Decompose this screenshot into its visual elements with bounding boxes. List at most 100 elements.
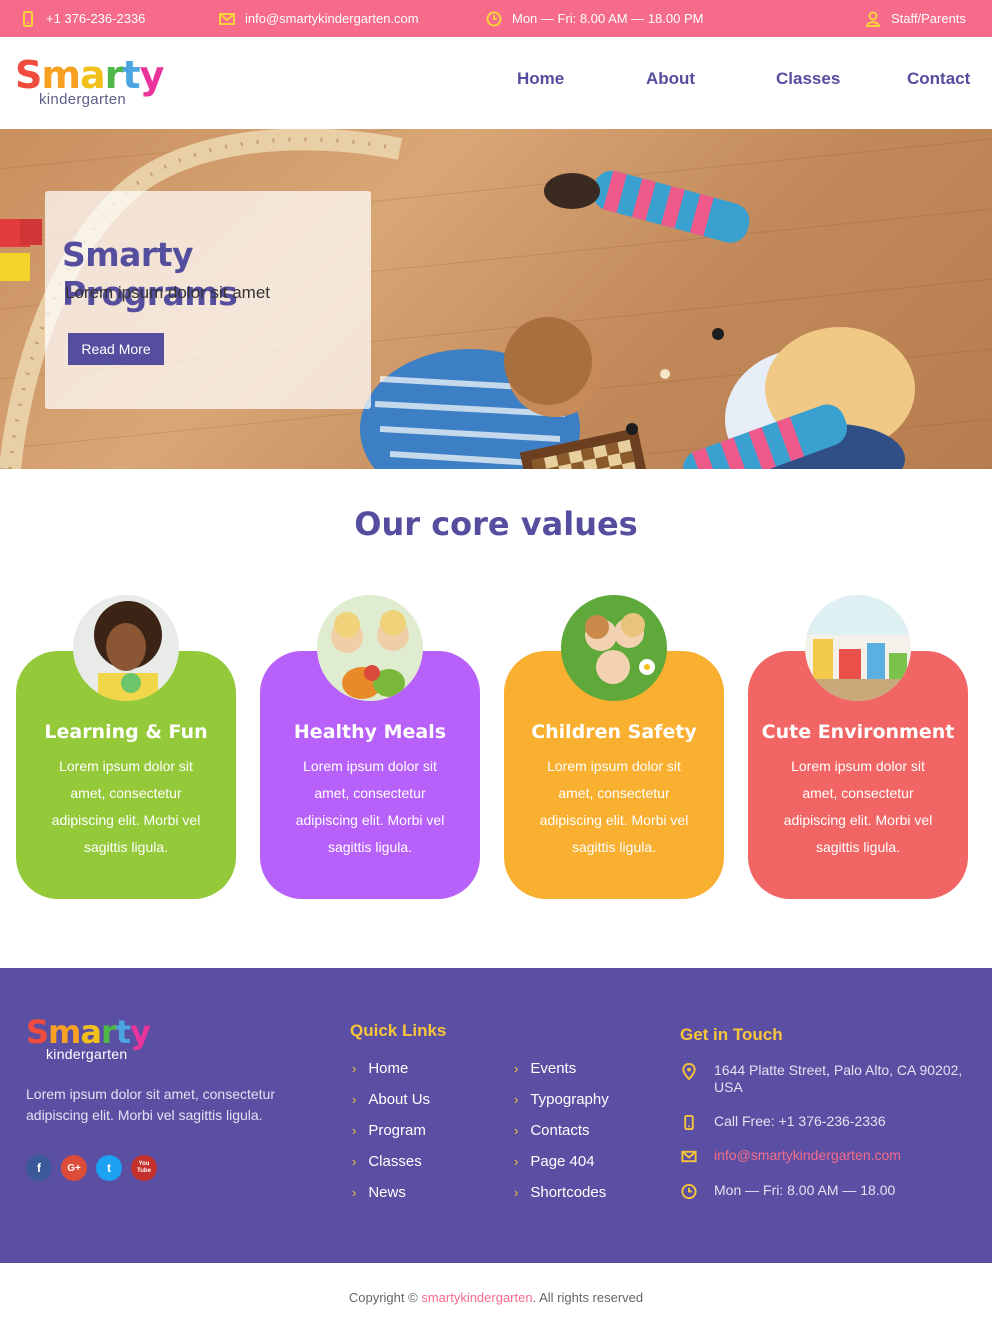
logo-letter: y <box>139 53 165 97</box>
footer-link-label: Program <box>368 1122 426 1139</box>
footer-address: 1644 Platte Street, Palo Alto, CA 90202,… <box>680 1062 980 1096</box>
footer-logo-wordmark: Smarty <box>26 1013 151 1051</box>
footer-link-label: Home <box>368 1060 409 1077</box>
topbar-email[interactable]: info@smartykindergarten.com <box>219 0 419 37</box>
phone-icon <box>23 10 33 27</box>
card-photo-safety <box>561 595 667 701</box>
footer-link-contacts[interactable]: › Contacts <box>514 1122 590 1139</box>
card-photo-environment <box>805 595 911 701</box>
footer-link-shortcodes[interactable]: › Shortcodes <box>514 1184 606 1201</box>
chevron-right-icon: › <box>352 1061 357 1076</box>
card-title: Children Safety <box>531 721 697 743</box>
mail-icon <box>681 1150 697 1163</box>
card-text: Lorem ipsum dolor sit amet, consectetur … <box>783 758 933 855</box>
footer-phone[interactable]: Call Free: +1 376-236-2336 <box>680 1113 886 1131</box>
get-in-touch-title: Get in Touch <box>680 1025 783 1044</box>
footer-link-program[interactable]: › Program <box>352 1122 426 1139</box>
site-header: Smarty kindergarten Home About Classes C… <box>0 37 992 129</box>
nav-classes[interactable]: Classes <box>776 69 840 89</box>
hero-banner: Smarty Programs Lorem ipsum dolor sit am… <box>0 129 992 469</box>
logo-wordmark: Smarty <box>15 55 165 95</box>
facebook-icon[interactable]: f <box>26 1155 52 1181</box>
clock-icon <box>681 1183 697 1200</box>
chevron-right-icon: › <box>514 1185 519 1200</box>
footer-logo[interactable]: Smarty kindergarten <box>26 1013 151 1062</box>
read-more-button[interactable]: Read More <box>68 333 164 365</box>
nav-home[interactable]: Home <box>517 69 564 89</box>
footer-link-events[interactable]: › Events <box>514 1060 576 1077</box>
footer-link-news[interactable]: › News <box>352 1184 406 1201</box>
copyright-site-link[interactable]: smartykindergarten <box>421 1290 532 1305</box>
card-photo-meals <box>317 595 423 701</box>
footer-email[interactable]: info@smartykindergarten.com <box>680 1147 901 1165</box>
footer-address-text: 1644 Platte Street, Palo Alto, CA 90202,… <box>714 1062 963 1095</box>
footer-link-label: Classes <box>368 1153 422 1170</box>
staff-parents-link[interactable]: Staff/Parents <box>865 0 966 37</box>
footer-email-link[interactable]: info@smartykindergarten.com <box>714 1147 901 1165</box>
footer-link-home[interactable]: › Home <box>352 1060 408 1077</box>
topbar-hours-text: Mon — Fri: 8.00 AM — 18.00 PM <box>512 11 704 26</box>
chevron-right-icon: › <box>352 1123 357 1138</box>
twitter-icon[interactable]: t <box>96 1155 122 1181</box>
footer-link-classes[interactable]: › Classes <box>352 1153 422 1170</box>
youtube-icon[interactable]: You Tube <box>131 1155 157 1181</box>
clock-icon <box>486 11 502 26</box>
footer-link-label: Events <box>530 1060 577 1077</box>
footer-link-label: Page 404 <box>530 1153 595 1170</box>
footer-hours-text: Mon — Fri: 8.00 AM — 18.00 <box>714 1182 896 1198</box>
topbar-hours: Mon — Fri: 8.00 AM — 18.00 PM <box>486 0 703 37</box>
footer-link-page-404[interactable]: › Page 404 <box>514 1153 595 1170</box>
footer-link-label: Typography <box>530 1091 609 1108</box>
user-icon <box>865 11 881 27</box>
value-card-meals[interactable]: Healthy Meals Lorem ipsum dolor sit amet… <box>260 595 480 899</box>
value-card-learning[interactable]: Learning & Fun Lorem ipsum dolor sit ame… <box>16 595 236 899</box>
card-photo-learning <box>73 595 179 701</box>
chevron-right-icon: › <box>514 1123 519 1138</box>
quick-links-title: Quick Links <box>350 1021 447 1040</box>
mail-icon <box>219 12 235 25</box>
chevron-right-icon: › <box>514 1154 519 1169</box>
footer-link-label: About Us <box>368 1091 431 1108</box>
chevron-right-icon: › <box>352 1154 357 1169</box>
footer-link-label: Shortcodes <box>530 1184 607 1201</box>
site-logo[interactable]: Smarty kindergarten <box>15 55 165 115</box>
card-text: Lorem ipsum dolor sit amet, consectetur … <box>539 758 689 855</box>
footer-link-label: Contacts <box>530 1122 590 1139</box>
nav-contact[interactable]: Contact <box>907 69 970 89</box>
social-links: f G+ t You Tube <box>26 1155 157 1181</box>
logo-letter: S <box>15 53 42 97</box>
hero-subtitle: Lorem ipsum dolor sit amet <box>65 283 271 302</box>
chevron-right-icon: › <box>514 1061 519 1076</box>
location-pin-icon <box>682 1063 696 1080</box>
footer-link-about[interactable]: › About Us <box>352 1091 430 1108</box>
card-title: Healthy Meals <box>293 721 447 743</box>
card-title: Learning & Fun <box>44 721 208 743</box>
hero-card: Smarty Programs Lorem ipsum dolor sit am… <box>45 191 371 409</box>
value-card-safety[interactable]: Children Safety Lorem ipsum dolor sit am… <box>504 595 724 899</box>
footer-phone-text: Call Free: +1 376-236-2336 <box>714 1113 886 1129</box>
top-bar: +1 376-236-2336 info@smartykindergarten.… <box>0 0 992 37</box>
chevron-right-icon: › <box>352 1092 357 1107</box>
core-values-title: Our core values <box>354 505 638 543</box>
value-card-environment[interactable]: Cute Environment Lorem ipsum dolor sit a… <box>748 595 968 899</box>
copyright: Copyright © smartykindergarten. All righ… <box>0 1290 992 1305</box>
staff-parents-text: Staff/Parents <box>891 11 966 26</box>
topbar-phone[interactable]: +1 376-236-2336 <box>20 0 145 37</box>
chevron-right-icon: › <box>352 1185 357 1200</box>
footer-link-typography[interactable]: › Typography <box>514 1091 609 1108</box>
footer-about-text: Lorem ipsum dolor sit amet, consectetur … <box>26 1086 275 1123</box>
nav-about[interactable]: About <box>646 69 695 89</box>
card-title: Cute Environment <box>761 721 955 743</box>
card-text: Lorem ipsum dolor sit amet, consectetur … <box>295 758 445 855</box>
phone-icon <box>684 1114 694 1131</box>
chevron-right-icon: › <box>514 1092 519 1107</box>
card-text: Lorem ipsum dolor sit amet, consectetur … <box>51 758 201 855</box>
google-plus-icon[interactable]: G+ <box>61 1155 87 1181</box>
logo-letter: S <box>26 1013 49 1051</box>
logo-letter: y <box>130 1013 151 1051</box>
topbar-phone-text: +1 376-236-2336 <box>46 11 146 26</box>
copyright-suffix: . All rights reserved <box>532 1290 644 1305</box>
site-footer: Smarty kindergarten Lorem ipsum dolor si… <box>0 968 992 1263</box>
footer-hours: Mon — Fri: 8.00 AM — 18.00 <box>680 1182 895 1200</box>
topbar-email-text: info@smartykindergarten.com <box>245 11 419 26</box>
